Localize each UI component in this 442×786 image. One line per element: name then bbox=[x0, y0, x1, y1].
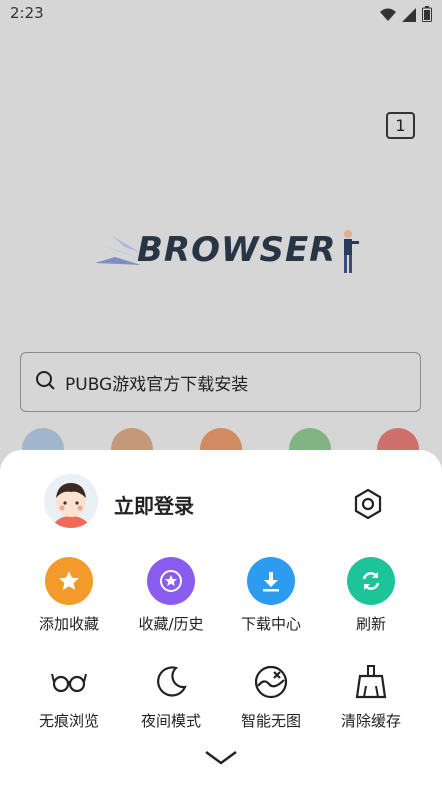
moon-icon bbox=[151, 662, 191, 702]
menu-no-image[interactable]: 智能无图 bbox=[221, 662, 321, 731]
status-icons bbox=[380, 6, 432, 26]
menu-no-image-label: 智能无图 bbox=[240, 712, 301, 730]
browser-logo: BROWSER bbox=[95, 225, 365, 281]
download-icon bbox=[247, 557, 295, 605]
wifi-icon bbox=[380, 7, 396, 26]
chevron-down-icon[interactable] bbox=[203, 748, 239, 768]
menu-download-center[interactable]: 下载中心 bbox=[221, 557, 321, 634]
menu-incognito-label: 无痕浏览 bbox=[38, 712, 99, 730]
avatar[interactable] bbox=[44, 474, 98, 528]
search-box[interactable]: PUBG游戏官方下载安装 bbox=[20, 352, 421, 412]
status-time: 2:23 bbox=[10, 4, 44, 22]
logo-text: BROWSER bbox=[137, 230, 337, 270]
logo-figure-icon bbox=[344, 230, 359, 273]
signal-icon bbox=[402, 7, 416, 26]
menu-clear-cache-label: 清除缓存 bbox=[340, 712, 401, 730]
menu-add-favorite[interactable]: 添加收藏 bbox=[19, 557, 119, 634]
battery-icon bbox=[422, 6, 432, 26]
settings-icon[interactable] bbox=[350, 486, 386, 522]
menu-refresh-label: 刷新 bbox=[355, 615, 386, 633]
status-bar: 2:23 bbox=[0, 0, 442, 30]
star-icon bbox=[45, 557, 93, 605]
menu-night-mode[interactable]: 夜间模式 bbox=[121, 662, 221, 731]
menu-favorites-history-label: 收藏/历史 bbox=[138, 615, 204, 633]
refresh-icon bbox=[347, 557, 395, 605]
logo-wings-icon bbox=[95, 235, 141, 265]
menu-download-center-label: 下载中心 bbox=[240, 615, 301, 633]
star-history-icon bbox=[147, 557, 195, 605]
menu-favorites-history[interactable]: 收藏/历史 bbox=[121, 557, 221, 634]
menu-incognito[interactable]: 无痕浏览 bbox=[19, 662, 119, 731]
search-icon bbox=[35, 370, 55, 394]
menu-refresh[interactable]: 刷新 bbox=[321, 557, 421, 634]
tab-count-label: 1 bbox=[395, 116, 406, 135]
glasses-icon bbox=[49, 662, 89, 702]
menu-add-favorite-label: 添加收藏 bbox=[38, 615, 99, 633]
search-input[interactable]: PUBG游戏官方下载安装 bbox=[65, 370, 248, 395]
broom-icon bbox=[351, 662, 391, 702]
menu-clear-cache[interactable]: 清除缓存 bbox=[321, 662, 421, 731]
tab-count-button[interactable]: 1 bbox=[386, 112, 415, 139]
menu-night-mode-label: 夜间模式 bbox=[140, 712, 201, 730]
no-image-icon bbox=[251, 662, 291, 702]
login-button[interactable]: 立即登录 bbox=[114, 490, 194, 519]
